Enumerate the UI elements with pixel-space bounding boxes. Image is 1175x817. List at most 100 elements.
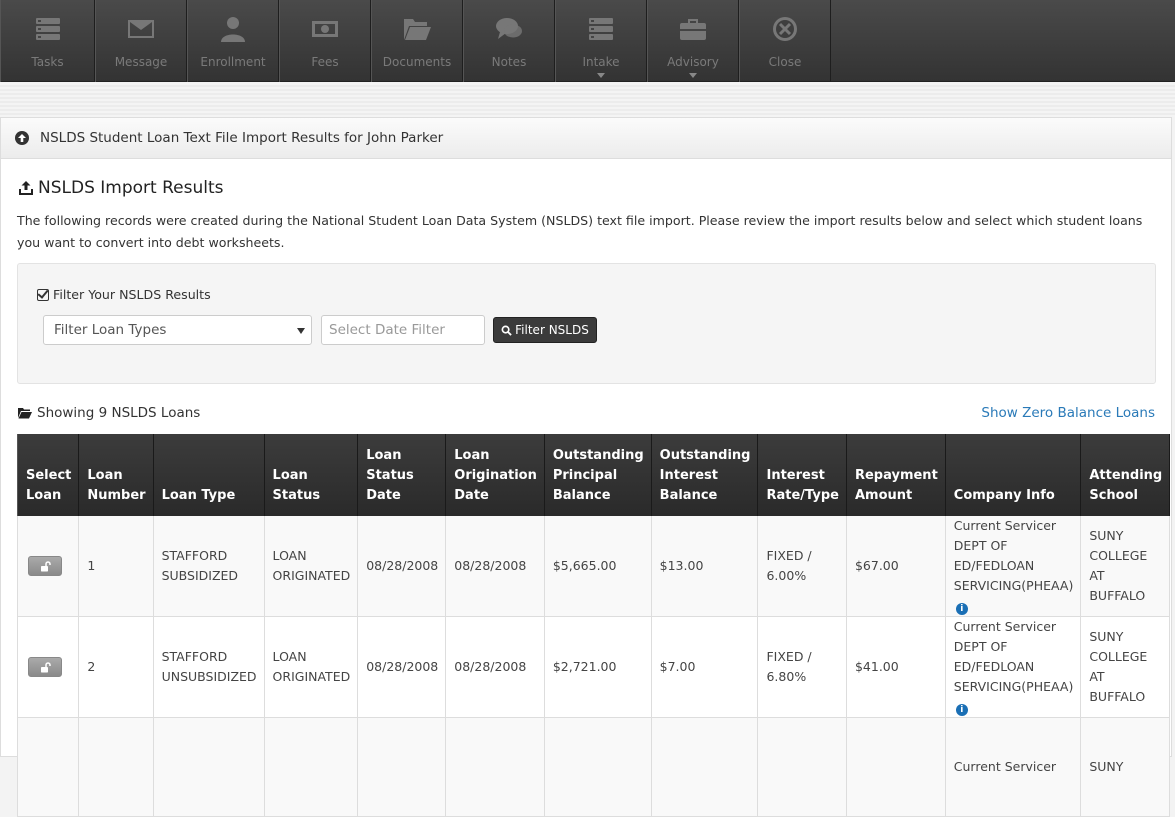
toolbar-advisory-button[interactable]: Advisory: [647, 0, 739, 82]
cell-principal: $2,721.00: [544, 616, 652, 718]
toolbar-fees-button[interactable]: Fees: [279, 0, 371, 82]
toolbar-close-button[interactable]: Close: [739, 0, 831, 82]
section-heading-text: NSLDS Import Results: [38, 178, 224, 198]
cell-type: STAFFORD UNSUBSIDIZED: [153, 616, 265, 718]
toolbar-message-button[interactable]: Message: [95, 0, 187, 82]
cell-type: [153, 717, 265, 817]
loans-table: Select Loan Loan Number Loan Type Loan Stat…: [16, 434, 1171, 817]
cell-text: Current Servicer DEPT OF ED/FEDLOAN SERV…: [953, 518, 1074, 593]
toolbar-notes-button[interactable]: Notes: [463, 0, 555, 82]
cell-text: $7.00: [659, 659, 696, 674]
cell-text: $5,665.00: [552, 558, 617, 573]
cell-text: 2: [87, 659, 96, 674]
cell-company: Current Servicer DEPT OF ED/FEDLOAN SERV…: [945, 616, 1082, 718]
date-filter-input[interactable]: [329, 322, 477, 338]
cell-status-date: [357, 717, 447, 817]
cell-text: $41.00: [854, 659, 899, 674]
toolbar-label: Enrollment: [200, 55, 266, 69]
column-header: Company Info: [944, 434, 1082, 516]
cell-school: SUNY: [1080, 717, 1171, 817]
toolbar-label: Intake: [582, 55, 620, 69]
toolbar-tasks-button[interactable]: Tasks: [0, 0, 95, 82]
filter-nslds-button[interactable]: Filter NSLDS: [493, 317, 597, 343]
date-filter-field[interactable]: [321, 315, 485, 345]
cell-school: SUNY COLLEGE AT BUFFALO: [1080, 516, 1171, 617]
column-header: Loan Type: [152, 434, 265, 516]
cell-principal: $5,665.00: [544, 516, 652, 617]
top-toolbar: Tasks Message Enrollment Fees Documents Notes…: [0, 0, 1175, 82]
upload-circle-icon: [15, 131, 29, 145]
toolbar-label: Message: [114, 55, 168, 69]
cell-repayment: [846, 717, 946, 817]
toolbar-label: Documents: [382, 55, 452, 69]
cell-text: $67.00: [854, 558, 899, 573]
cell-text: SUNY COLLEGE AT BUFFALO: [1089, 629, 1148, 704]
filter-label: Filter Your NSLDS Results: [37, 287, 211, 302]
panel-header: NSLDS Student Loan Text File Import Resu…: [1, 118, 1171, 159]
info-icon[interactable]: i: [955, 704, 968, 716]
cell-text: 08/28/2008: [454, 659, 527, 674]
cell-text: STAFFORD UNSUBSIDIZED: [161, 649, 257, 684]
toolbar-label: Fees: [311, 55, 339, 69]
select-loan-cell: [16, 516, 80, 617]
cell-interest: [651, 717, 759, 817]
tasks-icon: [33, 14, 63, 49]
cell-origination-date: [445, 717, 545, 817]
search-icon: [501, 325, 512, 336]
folder-icon: [402, 14, 432, 49]
toolbar-intake-button[interactable]: Intake: [555, 0, 647, 82]
column-header: Attending School: [1080, 434, 1171, 516]
cell-text: Current Servicer: [953, 759, 1057, 774]
cell-text: 08/28/2008: [366, 659, 439, 674]
cell-origination-date: 08/28/2008: [445, 516, 545, 617]
cell-text: FIXED / 6.00%: [766, 548, 812, 583]
striped-band: [0, 83, 1175, 117]
panel-title: NSLDS Student Loan Text File Import Resu…: [40, 130, 444, 146]
toolbar-label: Advisory: [667, 55, 719, 69]
cell-text: 08/28/2008: [454, 558, 527, 573]
select-loan-button[interactable]: [28, 556, 62, 576]
table-row: 1 STAFFORD SUBSIDIZED LOAN ORIGINATED 08/28…: [16, 516, 1171, 617]
column-header: Loan Number: [78, 434, 154, 516]
cell-text: SUNY: [1089, 759, 1124, 774]
filter-box: Filter Your NSLDS Results Filter Loan Ty…: [17, 263, 1156, 384]
select-loan-cell: [16, 717, 80, 817]
cell-text: Current Servicer DEPT OF ED/FEDLOAN SERV…: [953, 619, 1074, 694]
tasks-icon: [586, 14, 616, 49]
toolbar-documents-button[interactable]: Documents: [371, 0, 463, 82]
cell-text: STAFFORD SUBSIDIZED: [161, 548, 239, 583]
cell-rate: FIXED / 6.80%: [757, 616, 847, 718]
cell-text: $2,721.00: [552, 659, 617, 674]
select-loan-button[interactable]: [28, 657, 62, 677]
column-header: Outstanding Principal Balance: [543, 434, 652, 516]
table-row: Current Servicer SUNY: [16, 717, 1171, 817]
section-heading: NSLDS Import Results: [18, 178, 223, 198]
column-header: Loan Status: [263, 434, 359, 516]
cell-rate: [757, 717, 847, 817]
toolbar-label: Tasks: [31, 55, 64, 69]
cell-repayment: $67.00: [846, 516, 946, 617]
cell-text: LOAN ORIGINATED: [272, 649, 351, 684]
loan-types-value: Filter Loan Types: [54, 322, 167, 338]
comments-icon: [494, 14, 524, 49]
cell-text: 08/28/2008: [366, 558, 439, 573]
cell-rate: FIXED / 6.00%: [757, 516, 847, 617]
cell-text: 1: [87, 558, 96, 573]
table-header-row: Select Loan Loan Number Loan Type Loan Stat…: [16, 434, 1171, 516]
info-icon[interactable]: i: [955, 603, 968, 615]
chevron-down-icon: [297, 328, 305, 334]
cell-status-date: 08/28/2008: [357, 616, 447, 718]
select-loan-cell: [16, 616, 80, 718]
show-zero-balance-link[interactable]: Show Zero Balance Loans: [981, 405, 1155, 421]
upload-icon: [19, 181, 33, 195]
toolbar-enrollment-button[interactable]: Enrollment: [187, 0, 279, 82]
filter-label-text: Filter Your NSLDS Results: [53, 287, 211, 302]
loan-types-select[interactable]: Filter Loan Types: [43, 315, 312, 345]
folder-open-icon: [18, 408, 32, 419]
cell-number: 2: [78, 616, 154, 718]
checkbox-icon: [37, 288, 49, 301]
cell-interest: $7.00: [651, 616, 759, 718]
cell-status: LOAN ORIGINATED: [264, 616, 359, 718]
cell-origination-date: 08/28/2008: [445, 616, 545, 718]
money-icon: [310, 14, 340, 49]
